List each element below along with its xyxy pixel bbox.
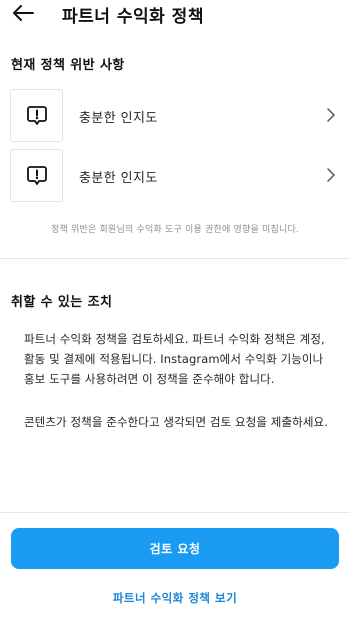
partner-monetization-policy-screen: 파트너 수익화 정책 현재 정책 위반 사항 충분한 인지도 충분한 인지도 정… — [0, 0, 350, 625]
arrow-left-icon — [13, 5, 34, 21]
section-divider — [0, 258, 350, 259]
paragraph-line: 홍보 도구를 사용하려면 이 정책을 준수해야 합니다. — [24, 372, 275, 386]
actions-heading: 취할 수 있는 조치 — [11, 295, 113, 310]
view-policy-link[interactable]: 파트너 수익화 정책 보기 — [0, 590, 350, 606]
paragraph-line: 파트너 수익화 정책을 검토하세요. 파트너 수익화 정책은 계정, — [24, 332, 325, 346]
violation-icon-box — [10, 89, 63, 142]
header: 파트너 수익화 정책 — [0, 0, 350, 34]
violation-icon-box — [10, 149, 63, 202]
review-request-paragraph: 콘텐츠가 정책을 준수한다고 생각되면 검토 요청을 제출하세요. — [24, 415, 328, 429]
page-title: 파트너 수익화 정책 — [62, 7, 204, 27]
violations-heading: 현재 정책 위반 사항 — [11, 58, 125, 73]
violation-label: 충분한 인지도 — [79, 171, 158, 186]
violation-notice: 정책 위반은 회원님의 수익화 도구 이용 권한에 영향을 미칩니다. — [50, 225, 300, 235]
policy-review-paragraph: 파트너 수익화 정책을 검토하세요. 파트너 수익화 정책은 계정, 활동 및 … — [24, 329, 344, 389]
alert-message-icon — [26, 165, 47, 185]
chevron-right-icon — [327, 108, 335, 122]
footer-divider — [0, 512, 350, 513]
chevron-right-icon — [327, 168, 335, 182]
back-button[interactable] — [8, 1, 38, 25]
alert-message-icon — [26, 105, 47, 125]
paragraph-line: 활동 및 결제에 적용됩니다. Instagram에서 수익화 기능이나 — [24, 352, 324, 366]
violation-item[interactable]: 충분한 인지도 — [0, 87, 350, 143]
request-review-button[interactable]: 검토 요청 — [11, 528, 339, 569]
violation-label: 충분한 인지도 — [79, 111, 158, 126]
violation-item[interactable]: 충분한 인지도 — [0, 147, 350, 203]
